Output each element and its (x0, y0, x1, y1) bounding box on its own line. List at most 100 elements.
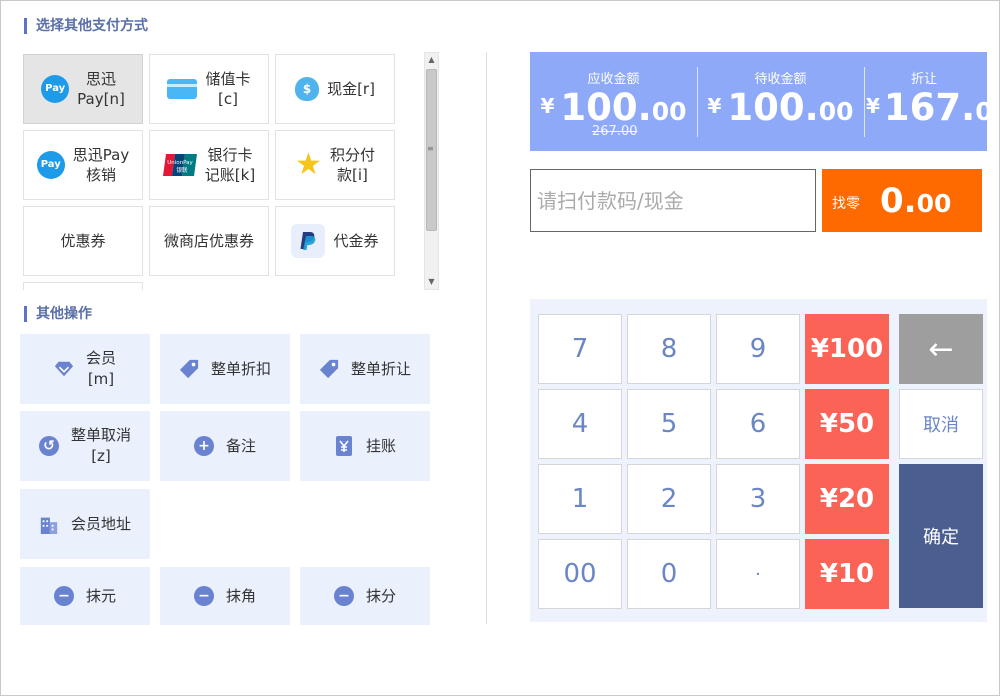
pay-method-label: 优惠券 (60, 232, 106, 250)
pay-icon: Pay (36, 151, 65, 179)
building-icon (39, 514, 59, 534)
pay-method-label: 银行卡 记账[k] (204, 146, 256, 184)
pay-method-next-row[interactable] (23, 282, 143, 290)
currency-symbol: ¥ (540, 94, 555, 118)
quick-amount-20[interactable]: ¥20 (805, 464, 889, 534)
key-3[interactable]: 3 (716, 464, 800, 534)
member-diamond-icon (54, 359, 74, 379)
other-ops-title: 其他操作 (24, 306, 92, 322)
cancel-button[interactable]: 取消 (899, 389, 983, 459)
amount-summary: 应收金额 ¥100.00 267.00 待收金额 ¥100.00 折让 ¥167… (530, 52, 987, 151)
amount-integer: 100. (560, 86, 652, 129)
key-decimal-point[interactable]: · (716, 539, 800, 609)
quick-amount-10[interactable]: ¥10 (805, 539, 889, 609)
pay-method-label: 代金券 (333, 232, 379, 250)
round-jiao-button[interactable]: − 抹角 (160, 567, 290, 625)
key-00[interactable]: 00 (538, 539, 622, 609)
key-4[interactable]: 4 (538, 389, 622, 459)
scroll-down-icon[interactable]: ▼ (425, 275, 438, 289)
tag-icon (179, 359, 199, 379)
pay-method-cash[interactable]: $ 现金[r] (275, 54, 395, 124)
key-8[interactable]: 8 (627, 314, 711, 384)
unionpay-text: 银联 (176, 166, 188, 174)
receivable-caption: 应收金额 (587, 72, 640, 87)
key-7[interactable]: 7 (538, 314, 622, 384)
pay-method-label: 储值卡 [c] (205, 70, 251, 108)
op-label: 整单折扣 (210, 359, 271, 378)
stored-value-card-icon (167, 79, 198, 99)
pay-method-wechat-store-coupon[interactable]: 微商店优惠券 (149, 206, 269, 276)
pay-method-label: 积分付 款[i] (329, 146, 375, 184)
yen-bill-icon (334, 436, 354, 456)
change-caption: 找零 (832, 196, 860, 212)
receivable-amount: 应收金额 ¥100.00 267.00 (530, 52, 697, 151)
plus-circle-icon: + (193, 436, 214, 456)
pay-method-sixun-pay-verify[interactable]: Pay 思迅Pay 核销 (23, 130, 143, 200)
scan-payment-input[interactable] (530, 169, 816, 232)
minus-circle-icon: − (333, 586, 354, 606)
pay-method-bank-card[interactable]: UnionPay 银联 银行卡 记账[k] (149, 130, 269, 200)
backspace-key[interactable]: ← (899, 314, 983, 384)
undo-icon: ↺ (38, 436, 59, 456)
key-1[interactable]: 1 (538, 464, 622, 534)
numeric-keypad: 7 8 9 ¥100 ← 4 5 6 ¥50 取消 1 2 3 ¥20 确定 0… (530, 299, 987, 622)
pay-method-sixun-pay[interactable]: Pay 思迅 Pay[n] (23, 54, 143, 124)
amount-decimal: 00 (651, 97, 687, 126)
quick-amount-50[interactable]: ¥50 (805, 389, 889, 459)
pending-caption: 待收金额 (754, 72, 807, 87)
discount-value: ¥167.00 (866, 86, 987, 129)
payment-methods-scrollbar[interactable]: ▲ ≡ ▼ (424, 52, 439, 290)
remark-button[interactable]: + 备注 (160, 411, 290, 481)
key-5[interactable]: 5 (627, 389, 711, 459)
key-0[interactable]: 0 (627, 539, 711, 609)
pay-method-label: 微商店优惠券 (163, 232, 254, 250)
payment-methods-grid: Pay 思迅 Pay[n] 储值卡 [c] $ 现金[r] Pay 思迅Pay … (20, 50, 440, 290)
amount-integer: 0. (880, 181, 917, 221)
original-amount: 267.00 (592, 124, 638, 139)
scrollbar-grip-icon: ≡ (427, 144, 434, 153)
panel-divider (486, 52, 487, 624)
quick-amount-100[interactable]: ¥100 (805, 314, 889, 384)
op-label: 抹角 (225, 586, 256, 605)
op-label: 会员 [m] (85, 349, 116, 388)
pay-method-label: 思迅Pay 核销 (72, 146, 130, 184)
discount-amount: 折让 ¥167.00 (864, 52, 987, 151)
order-allowance-button[interactable]: 整单折让 (300, 334, 430, 404)
pay-method-stored-value-card[interactable]: 储值卡 [c] (149, 54, 269, 124)
tag-icon (319, 359, 339, 379)
minus-circle-icon: − (53, 586, 74, 606)
op-label: 会员地址 (70, 514, 131, 533)
pay-method-coupon[interactable]: 优惠券 (23, 206, 143, 276)
key-9[interactable]: 9 (716, 314, 800, 384)
member-button[interactable]: 会员 [m] (20, 334, 150, 404)
order-discount-button[interactable]: 整单折扣 (160, 334, 290, 404)
pending-value: ¥100.00 (697, 86, 864, 129)
amount-decimal: 00 (818, 97, 854, 126)
change-display: 找零 0.00 (822, 169, 982, 232)
op-label: 整单折让 (350, 359, 411, 378)
credit-account-button[interactable]: 挂账 (300, 411, 430, 481)
pay-icon: Pay (41, 75, 70, 103)
round-fen-button[interactable]: − 抹分 (300, 567, 430, 625)
key-6[interactable]: 6 (716, 389, 800, 459)
currency-symbol: ¥ (707, 94, 722, 118)
op-label: 整单取消 [z] (70, 426, 131, 465)
amount-decimal: 00 (916, 189, 952, 218)
cancel-order-button[interactable]: ↺ 整单取消 [z] (20, 411, 150, 481)
amount-integer: 167. (883, 86, 976, 129)
pay-method-points[interactable]: ★ 积分付 款[i] (275, 130, 395, 200)
payment-methods-title: 选择其他支付方式 (24, 18, 148, 34)
pay-method-voucher[interactable]: 代金券 (275, 206, 395, 276)
scroll-up-icon[interactable]: ▲ (425, 53, 438, 67)
change-value: 0.00 (880, 181, 951, 221)
round-yuan-button[interactable]: − 抹元 (20, 567, 150, 625)
unionpay-icon: UnionPay 银联 (162, 154, 197, 176)
receivable-value: ¥100.00 (530, 86, 697, 129)
confirm-button[interactable]: 确定 (899, 464, 983, 608)
key-2[interactable]: 2 (627, 464, 711, 534)
op-label: 抹元 (85, 586, 116, 605)
currency-symbol: ¥ (866, 94, 880, 118)
member-address-button[interactable]: 会员地址 (20, 489, 150, 559)
op-label: 抹分 (365, 586, 396, 605)
star-icon: ★ (295, 147, 322, 182)
